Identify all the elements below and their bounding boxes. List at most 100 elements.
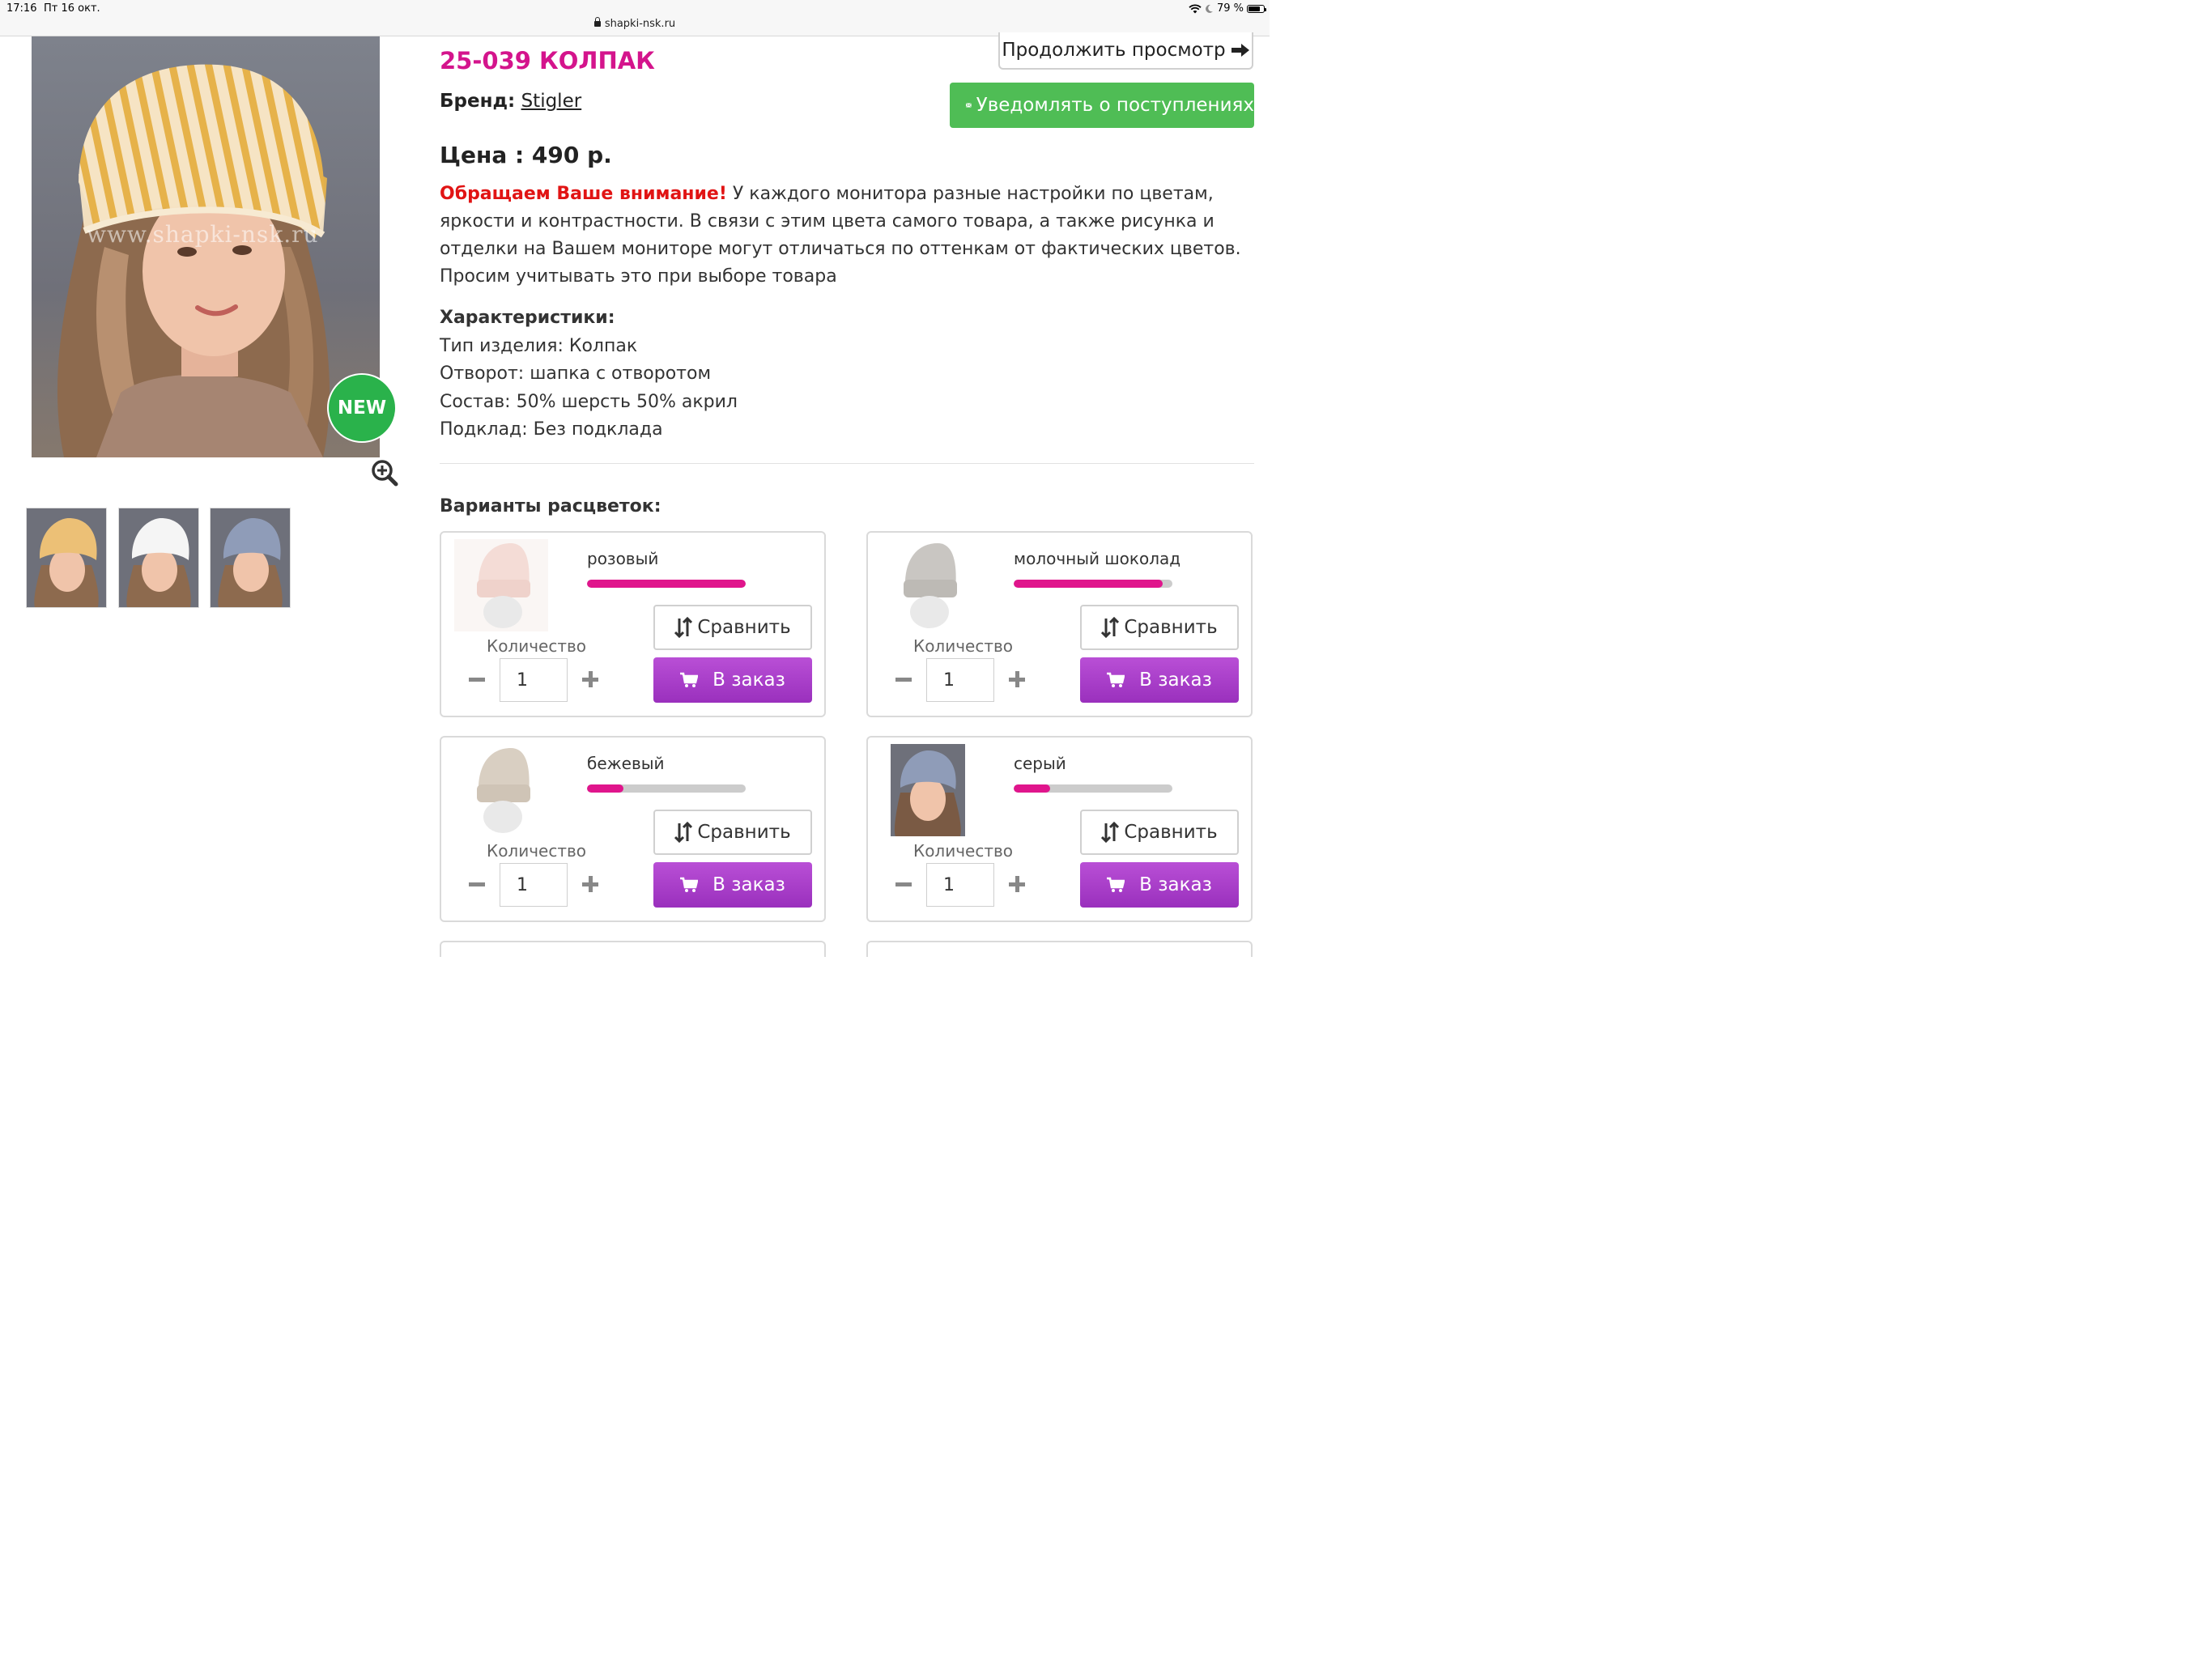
status-indicators: 79 % [1189,2,1266,15]
photo-watermark: www.shapki-nsk.ru [87,221,319,248]
spec-row: Состав: 50% шерсть 50% акрил [440,391,738,412]
zoom-in-icon[interactable] [371,459,398,487]
add-to-order-button[interactable]: В заказ [653,862,812,908]
variant-image[interactable] [891,744,965,836]
thumbnail-image [211,508,290,607]
cart-icon [680,672,699,687]
product-title: 25-039 КОЛПАК [440,47,655,74]
sort-arrows-icon [674,617,693,638]
variant-name: молочный шоколад [1014,549,1181,568]
variant-image[interactable] [881,539,975,631]
thumbnail-yellow[interactable] [26,508,107,608]
compare-label: Сравнить [697,822,791,843]
continue-browsing-button[interactable]: Продолжить просмотр [998,32,1253,70]
variant-card-beige: бежевый Количество 1 Сравнить В заказ [440,736,826,922]
spec-row: Тип изделия: Колпак [440,335,638,356]
cart-icon [1107,877,1125,892]
order-label: В заказ [713,874,785,895]
order-label: В заказ [1139,670,1212,691]
quantity-input[interactable]: 1 [926,863,994,907]
stock-level-bar [1014,784,1172,793]
plus-icon[interactable] [582,671,598,687]
variant-image[interactable] [454,744,548,836]
color-notice: Обращаем Ваше внимание! У каждого монито… [440,181,1241,291]
minus-icon[interactable] [469,678,485,682]
thumbnail-white[interactable] [118,508,199,608]
sort-arrows-icon [674,822,693,843]
order-label: В заказ [713,670,785,691]
new-badge: NEW [327,373,397,443]
quantity-label: Количество [487,841,587,861]
variants-heading: Варианты расцветок: [440,496,661,517]
spec-row: Отворот: шапка с отворотом [440,363,712,384]
plus-icon[interactable] [582,876,598,892]
sort-arrows-icon [1101,822,1120,843]
ios-status-bar: 17:16 Пт 16 окт. shapki-nsk.ru 79 % [0,0,1270,36]
plus-icon[interactable] [1009,876,1025,892]
add-to-order-button[interactable]: В заказ [1080,862,1239,908]
divider [440,463,1254,464]
order-label: В заказ [1139,874,1212,895]
brand-link[interactable]: Stigler [521,91,582,112]
status-time: 17:16 [6,2,37,15]
specs-heading: Характеристики: [440,308,615,328]
thumbnail-gray[interactable] [210,508,291,608]
variant-card-gray: серый Количество 1 Сравнить В заказ [866,736,1253,922]
stock-level-bar [587,580,746,588]
compare-label: Сравнить [1124,617,1218,638]
address-bar[interactable]: shapki-nsk.ru [0,17,1270,30]
variant-card-partial [440,941,826,957]
battery-icon [1247,4,1266,13]
lock-icon [593,17,601,27]
variant-name: розовый [587,549,659,568]
battery-percent: 79 % [1216,2,1244,15]
continue-label: Продолжить просмотр [1002,40,1226,61]
brand-label: Бренд: [440,91,516,112]
quantity-input[interactable]: 1 [500,658,568,702]
specs-block: Характеристики: Тип изделия: Колпак Отво… [440,304,738,444]
quantity-input[interactable]: 1 [500,863,568,907]
thumbnail-image [27,508,106,607]
cart-icon [1107,672,1125,687]
product-price: Цена : 490 р. [440,142,612,168]
compare-button[interactable]: Сравнить [1080,810,1239,855]
minus-icon[interactable] [895,678,912,682]
cart-icon [680,877,699,892]
add-to-order-button[interactable]: В заказ [1080,657,1239,703]
variant-image[interactable] [454,539,548,631]
add-to-order-button[interactable]: В заказ [653,657,812,703]
compare-button[interactable]: Сравнить [1080,605,1239,650]
status-date: Пт 16 окт. [44,2,100,15]
compare-button[interactable]: Сравнить [653,810,812,855]
variant-name: бежевый [587,754,665,773]
quantity-label: Количество [487,636,587,656]
compare-label: Сравнить [697,617,791,638]
variant-card-pink: розовый Количество 1 Сравнить В заказ [440,531,826,717]
product-main-photo[interactable]: www.shapki-nsk.ru [32,36,380,457]
sort-arrows-icon [1101,617,1120,638]
brand-line: Бренд: Stigler [440,91,581,112]
variant-card-partial [866,941,1253,957]
plus-icon[interactable] [1009,671,1025,687]
notify-arrivals-button[interactable]: Уведомлять о поступлениях [950,83,1254,128]
quantity-label: Количество [913,636,1014,656]
envelope-icon [966,103,972,108]
hat-model-photo-image [891,744,965,836]
stock-level-bar [1014,580,1172,588]
notify-label: Уведомлять о поступлениях [976,95,1254,116]
hat-on-mannequin-image [454,539,548,631]
arrow-right-icon [1231,44,1249,57]
minus-icon[interactable] [895,882,912,886]
variant-card-milk-chocolate: молочный шоколад Количество 1 Сравнить В… [866,531,1253,717]
wifi-icon [1189,3,1202,13]
address-url: shapki-nsk.ru [604,18,676,30]
compare-label: Сравнить [1124,822,1218,843]
quantity-input[interactable]: 1 [926,658,994,702]
compare-button[interactable]: Сравнить [653,605,812,650]
quantity-label: Количество [913,841,1014,861]
thumbnail-image [119,508,198,607]
hat-on-mannequin-image [454,744,548,836]
minus-icon[interactable] [469,882,485,886]
stock-level-bar [587,784,746,793]
moon-icon [1206,4,1213,13]
